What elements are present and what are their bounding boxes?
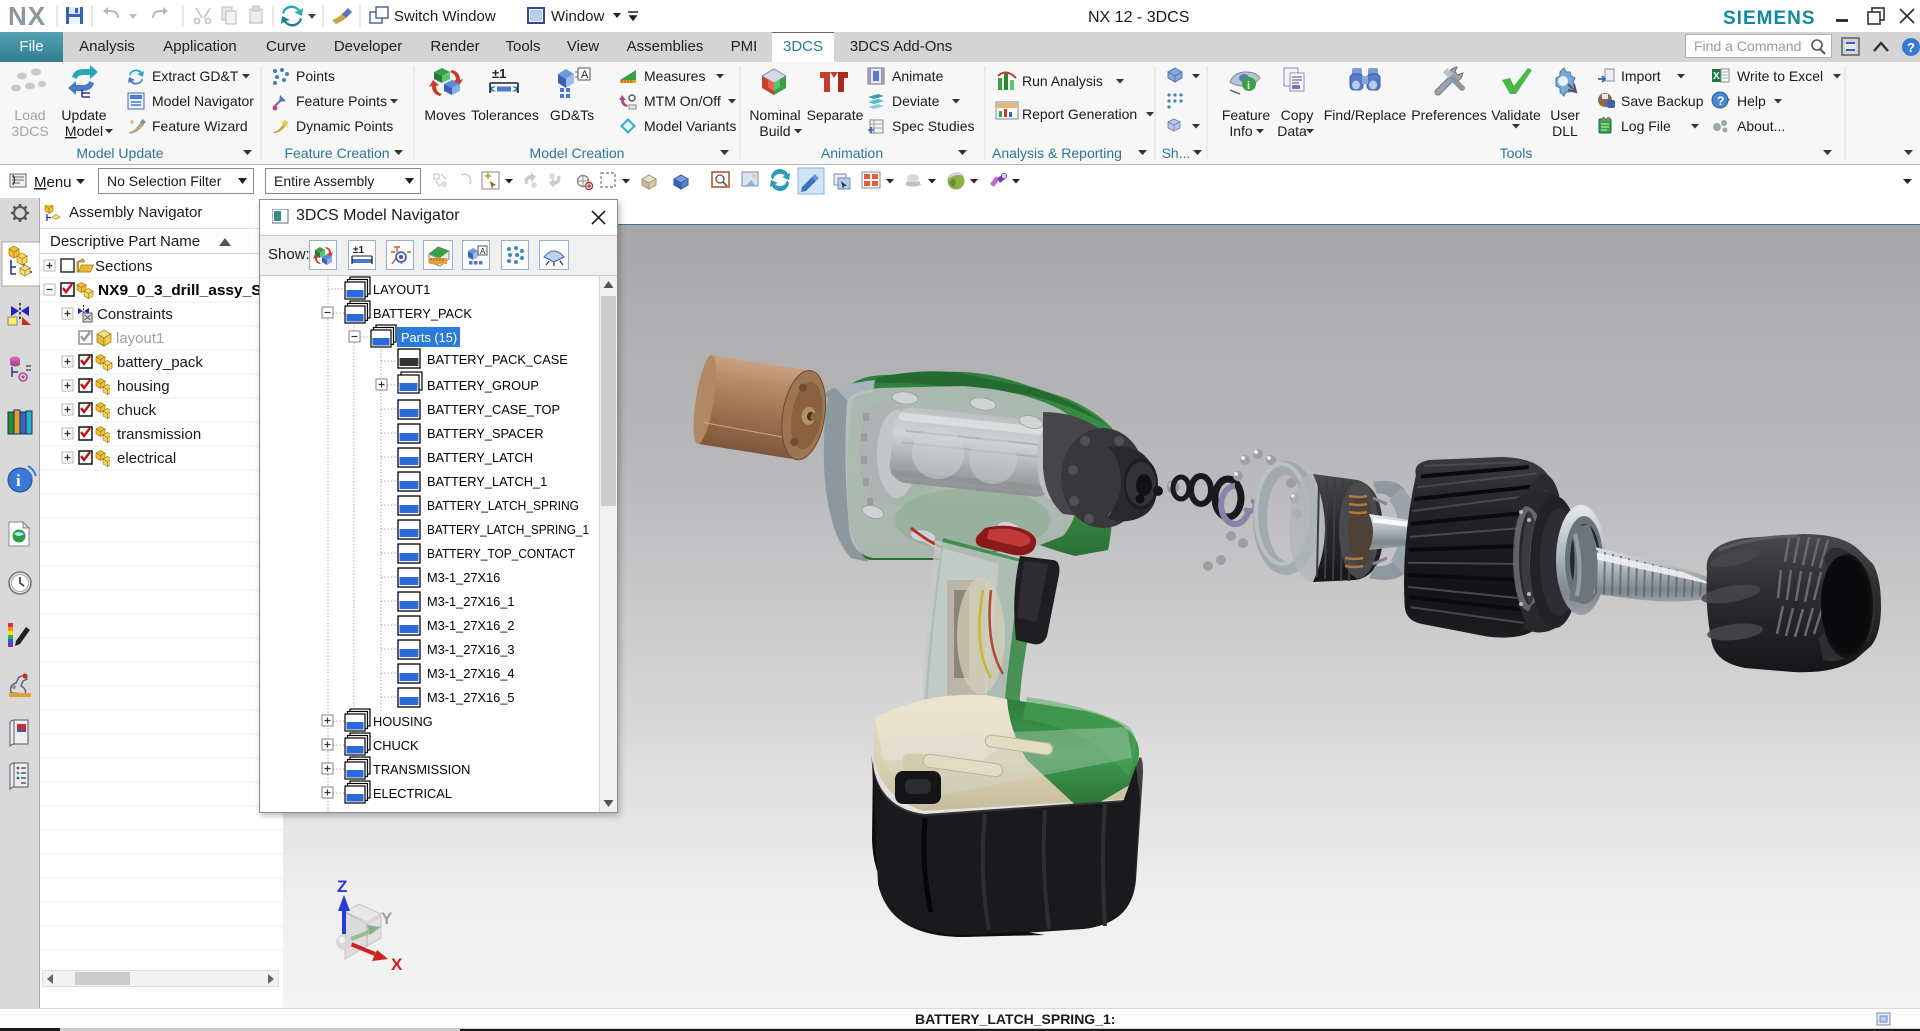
svg-text:Parts (15): Parts (15) [401, 330, 457, 345]
svg-text:Report Generation: Report Generation [1022, 106, 1137, 122]
svg-text:Analysis & Reporting: Analysis & Reporting [992, 145, 1122, 161]
svg-text:chuck: chuck [117, 402, 157, 419]
svg-text:Feature Creation: Feature Creation [284, 145, 389, 161]
svg-text:BATTERY_PACK_CASE: BATTERY_PACK_CASE [427, 352, 568, 367]
svg-text:TRANSMISSION: TRANSMISSION [373, 762, 470, 777]
svg-text:Find/Replace: Find/Replace [1324, 107, 1407, 123]
svg-text:battery_pack: battery_pack [117, 354, 203, 371]
svg-text:Spec Studies: Spec Studies [892, 118, 975, 134]
svg-text:Feature Points: Feature Points [296, 93, 387, 109]
svg-text:Model Variants: Model Variants [644, 118, 736, 134]
svg-text:X: X [391, 955, 403, 974]
svg-text:housing: housing [117, 378, 170, 395]
svg-text:NX9_0_3_drill_assy_Syst: NX9_0_3_drill_assy_Syst [98, 282, 283, 299]
svg-text:Log File: Log File [1621, 118, 1671, 134]
svg-text:M3-1_27X16_1: M3-1_27X16_1 [427, 594, 515, 609]
svg-text:Extract GD&T: Extract GD&T [152, 68, 239, 84]
svg-text:Separate: Separate [807, 107, 864, 123]
svg-text:About...: About... [1737, 118, 1785, 134]
svg-text:Model: Model [65, 123, 103, 139]
svg-text:Data: Data [1277, 123, 1307, 139]
svg-text:Animate: Animate [892, 68, 944, 84]
svg-text:A: A [480, 247, 486, 256]
svg-text:MTM On/Off: MTM On/Off [644, 93, 721, 109]
svg-text:Window: Window [551, 8, 605, 25]
svg-text:i: i [1247, 80, 1250, 92]
svg-text:Sh...: Sh... [1162, 145, 1191, 161]
svg-text:LAYOUT1: LAYOUT1 [373, 282, 430, 297]
svg-text:GD&Ts: GD&Ts [550, 107, 594, 123]
svg-text:electrical: electrical [117, 450, 176, 467]
svg-text:M3-1_27X16_3: M3-1_27X16_3 [427, 642, 515, 657]
svg-text:HOUSING: HOUSING [373, 714, 433, 729]
svg-text:Z: Z [337, 877, 347, 896]
svg-text:Deviate: Deviate [892, 93, 940, 109]
svg-text:Y: Y [381, 909, 393, 928]
svg-text:Build: Build [759, 123, 790, 139]
svg-text:Menu: Menu [34, 174, 72, 191]
svg-text:Constraints: Constraints [97, 306, 173, 323]
svg-text:?: ? [1717, 94, 1724, 108]
svg-text:Moves: Moves [424, 107, 465, 123]
svg-text:Preferences: Preferences [1411, 107, 1486, 123]
svg-text:SIEMENS: SIEMENS [1723, 8, 1816, 29]
svg-text:BATTERY_CASE_TOP: BATTERY_CASE_TOP [427, 402, 560, 417]
svg-text:Validate: Validate [1491, 107, 1541, 123]
svg-text:Save Backup: Save Backup [1621, 93, 1704, 109]
svg-text:BATTERY_LATCH: BATTERY_LATCH [427, 450, 533, 465]
svg-text:DLL: DLL [1552, 123, 1578, 139]
svg-text:BATTERY_LATCH_SPRING: BATTERY_LATCH_SPRING [427, 498, 579, 513]
svg-text:Model Creation: Model Creation [530, 145, 625, 161]
svg-text:Load: Load [14, 107, 45, 123]
svg-text:Feature: Feature [1222, 107, 1270, 123]
svg-text:layout1: layout1 [116, 330, 164, 347]
svg-text:Tools: Tools [1500, 145, 1533, 161]
svg-text:M3-1_27X16_2: M3-1_27X16_2 [427, 618, 515, 633]
svg-text:Help: Help [1737, 93, 1766, 109]
svg-text:NX 12 - 3DCS: NX 12 - 3DCS [1088, 9, 1189, 26]
svg-text:Model Update: Model Update [76, 145, 163, 161]
svg-text:X: X [1713, 71, 1720, 82]
svg-text:NX: NX [8, 1, 46, 31]
svg-text:Model Navigator: Model Navigator [152, 93, 254, 109]
svg-text:BATTERY_GROUP: BATTERY_GROUP [427, 378, 539, 393]
svg-text:BATTERY_LATCH_SPRING_1: BATTERY_LATCH_SPRING_1 [427, 522, 589, 537]
svg-text:BATTERY_SPACER: BATTERY_SPACER [427, 426, 544, 441]
svg-text:Info: Info [1229, 123, 1253, 139]
svg-text:Animation: Animation [821, 145, 883, 161]
svg-text:Feature Wizard: Feature Wizard [152, 118, 248, 134]
svg-text:Tolerances: Tolerances [471, 107, 539, 123]
svg-text:Copy: Copy [1281, 107, 1314, 123]
svg-text:ELECTRICAL: ELECTRICAL [373, 786, 452, 801]
svg-text:Write to Excel: Write to Excel [1737, 68, 1823, 84]
svg-text:Measures: Measures [644, 68, 705, 84]
svg-text:Nominal: Nominal [749, 107, 800, 123]
svg-text:Run Analysis: Run Analysis [1022, 73, 1103, 89]
svg-text:transmission: transmission [117, 426, 201, 443]
svg-text:BATTERY_PACK: BATTERY_PACK [373, 306, 472, 321]
svg-text:±1: ±1 [492, 66, 506, 81]
svg-text:?: ? [1907, 40, 1915, 55]
svg-text:Sections: Sections [95, 258, 153, 275]
svg-text:User: User [1550, 107, 1580, 123]
svg-text:±1: ±1 [353, 245, 364, 256]
svg-text:BATTERY_TOP_CONTACT: BATTERY_TOP_CONTACT [427, 546, 575, 561]
svg-text:Points: Points [296, 68, 335, 84]
svg-text:Import: Import [1621, 68, 1661, 84]
svg-text:Switch Window: Switch Window [394, 8, 496, 25]
svg-text:A: A [581, 69, 589, 81]
svg-text:Dynamic Points: Dynamic Points [296, 118, 393, 134]
svg-text:Update: Update [61, 107, 106, 123]
svg-text:M3-1_27X16: M3-1_27X16 [427, 570, 500, 585]
svg-text:BATTERY_LATCH_1: BATTERY_LATCH_1 [427, 474, 547, 489]
svg-text:M3-1_27X16_4: M3-1_27X16_4 [427, 666, 515, 681]
svg-text:CHUCK: CHUCK [373, 738, 419, 753]
svg-text:M3-1_27X16_5: M3-1_27X16_5 [427, 690, 515, 705]
svg-text:3DCS: 3DCS [11, 123, 48, 139]
svg-text:i: i [16, 471, 21, 490]
